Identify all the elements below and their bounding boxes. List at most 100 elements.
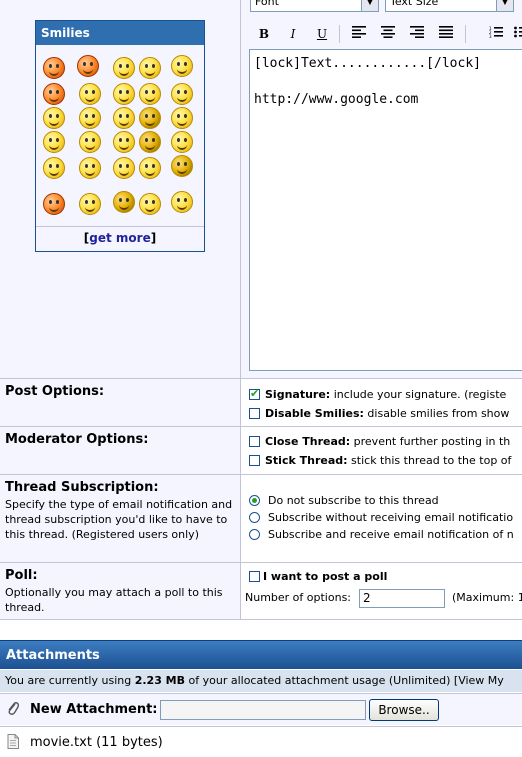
attachments-title: Attachments — [0, 640, 522, 669]
signature-label: Signature: — [265, 388, 331, 401]
align-right-icon[interactable] — [407, 24, 427, 44]
file-icon — [7, 734, 19, 752]
disable-smilies-option: Disable Smilies: disable smilies from sh… — [249, 407, 509, 420]
smiley-icon[interactable] — [139, 193, 161, 215]
subscription-radio[interactable] — [249, 495, 260, 506]
smiley-icon[interactable] — [79, 83, 101, 105]
smiley-icon[interactable] — [79, 107, 101, 129]
smiley-icon[interactable] — [139, 107, 161, 129]
smiley-icon[interactable] — [139, 57, 161, 79]
divider — [36, 226, 204, 227]
smiley-icon[interactable] — [113, 83, 135, 105]
smiley-icon[interactable] — [139, 83, 161, 105]
smiley-icon[interactable] — [113, 157, 135, 179]
new-attachment-row: New Attachment: Browse.. — [0, 693, 522, 725]
close-thread-option: Close Thread: prevent further posting in… — [249, 435, 510, 448]
stick-thread-checkbox[interactable] — [249, 455, 260, 466]
stick-thread-option: Stick Thread: stick this thread to the t… — [249, 454, 511, 467]
attachment-file-name[interactable]: movie.txt (11 bytes) — [30, 735, 163, 750]
ordered-list-icon[interactable]: 123 — [486, 24, 506, 44]
subscription-title: Thread Subscription: — [5, 480, 159, 495]
poll-title: Poll: — [5, 568, 38, 583]
moderator-options-label-cell: Moderator Options: — [0, 426, 240, 474]
toolbar-separator — [339, 25, 340, 43]
bracket: ] — [150, 231, 157, 245]
get-more-link[interactable]: get more — [89, 231, 150, 245]
smiley-icon[interactable] — [113, 107, 135, 129]
chevron-down-icon[interactable]: ▼ — [361, 0, 378, 11]
smiley-icon[interactable] — [43, 107, 65, 129]
size-select[interactable]: Text Size ▼ — [385, 0, 514, 12]
justify-icon[interactable] — [436, 24, 456, 44]
stick-thread-desc: stick this thread to the top of — [351, 454, 512, 467]
close-thread-desc: prevent further posting in th — [353, 435, 511, 448]
unordered-list-icon[interactable] — [511, 24, 522, 44]
subscription-radio[interactable] — [249, 512, 260, 523]
stick-thread-label: Stick Thread: — [265, 454, 348, 467]
subscription-radio[interactable] — [249, 529, 260, 540]
smiley-icon[interactable] — [171, 55, 193, 77]
moderator-options-title: Moderator Options: — [5, 432, 149, 447]
poll-cell: I want to post a poll Number of options:… — [240, 562, 522, 620]
get-more: [get more] — [36, 231, 204, 245]
banana-smiley-icon[interactable] — [171, 191, 193, 213]
smiley-icon[interactable] — [139, 157, 161, 179]
spacer — [0, 620, 522, 640]
attachment-usage: You are currently using 2.23 MB of your … — [0, 670, 522, 692]
smiley-icon[interactable] — [43, 83, 65, 105]
paperclip-icon — [6, 701, 20, 720]
smiley-icon[interactable] — [43, 193, 65, 215]
signature-checkbox[interactable] — [249, 387, 260, 400]
moderator-options-cell: Close Thread: prevent further posting in… — [240, 426, 522, 474]
post-options-cell: Signature: include your signature. (regi… — [240, 378, 522, 426]
subscription-option: Subscribe without receiving email notifi… — [249, 511, 513, 524]
smiley-icon[interactable] — [43, 131, 65, 153]
toolbar-separator — [465, 25, 466, 43]
smiley-icon[interactable] — [171, 155, 193, 177]
disable-smilies-checkbox[interactable] — [249, 408, 260, 419]
smiley-icon[interactable] — [171, 131, 193, 153]
smiley-icon[interactable] — [171, 83, 193, 105]
smiley-icon[interactable] — [171, 107, 193, 129]
subscription-option-label: Do not subscribe to this thread — [268, 494, 439, 507]
smiley-icon[interactable] — [113, 131, 135, 153]
post-options-title: Post Options: — [5, 384, 105, 399]
align-left-icon[interactable] — [349, 24, 369, 44]
new-attachment-label: New Attachment: — [30, 702, 158, 717]
subscription-option: Do not subscribe to this thread — [249, 494, 439, 507]
close-thread-checkbox[interactable] — [249, 436, 260, 447]
poll-maximum: (Maximum: 1 — [452, 591, 522, 604]
poll-label-cell: Poll: Optionally you may attach a poll t… — [0, 562, 240, 620]
underline-button[interactable]: U — [312, 24, 332, 44]
smiley-icon[interactable] — [79, 131, 101, 153]
font-select[interactable]: Font ▼ — [250, 0, 379, 12]
attachment-file-row: movie.txt (11 bytes) — [0, 726, 522, 757]
poll-options-label: Number of options: — [245, 591, 352, 604]
chevron-down-icon[interactable]: ▼ — [496, 0, 513, 11]
smiley-icon[interactable] — [113, 191, 135, 213]
smilies-box: Smilies [get more] — [35, 20, 205, 252]
smilies-title: Smilies — [36, 21, 204, 45]
message-textarea[interactable]: [lock]Text............[/lock] http://www… — [249, 49, 522, 371]
font-select-value: Font — [255, 0, 279, 8]
italic-button[interactable]: I — [283, 24, 303, 44]
post-poll-checkbox[interactable] — [249, 571, 260, 582]
smiley-icon[interactable] — [43, 57, 65, 79]
editor-toolbar: B I U 123 — [249, 22, 522, 46]
smiley-icon[interactable] — [139, 131, 161, 153]
bold-button[interactable]: B — [254, 24, 274, 44]
align-center-icon[interactable] — [378, 24, 398, 44]
subscription-label-cell: Thread Subscription: Specify the type of… — [0, 474, 240, 562]
disable-smilies-desc: disable smilies from show — [367, 407, 510, 420]
poll-options-input[interactable]: 2 — [359, 589, 445, 608]
browse-button[interactable]: Browse.. — [369, 699, 439, 721]
disable-smilies-label: Disable Smilies: — [265, 407, 364, 420]
subscription-option-label: Subscribe and receive email notification… — [268, 528, 514, 541]
smiley-icon[interactable] — [43, 157, 65, 179]
file-input[interactable] — [160, 700, 366, 720]
smiley-icon[interactable] — [79, 193, 101, 215]
smiley-icon[interactable] — [113, 57, 135, 79]
smiley-icon[interactable] — [77, 55, 99, 77]
poll-desc: Optionally you may attach a poll to this… — [5, 586, 223, 614]
smiley-icon[interactable] — [79, 157, 101, 179]
